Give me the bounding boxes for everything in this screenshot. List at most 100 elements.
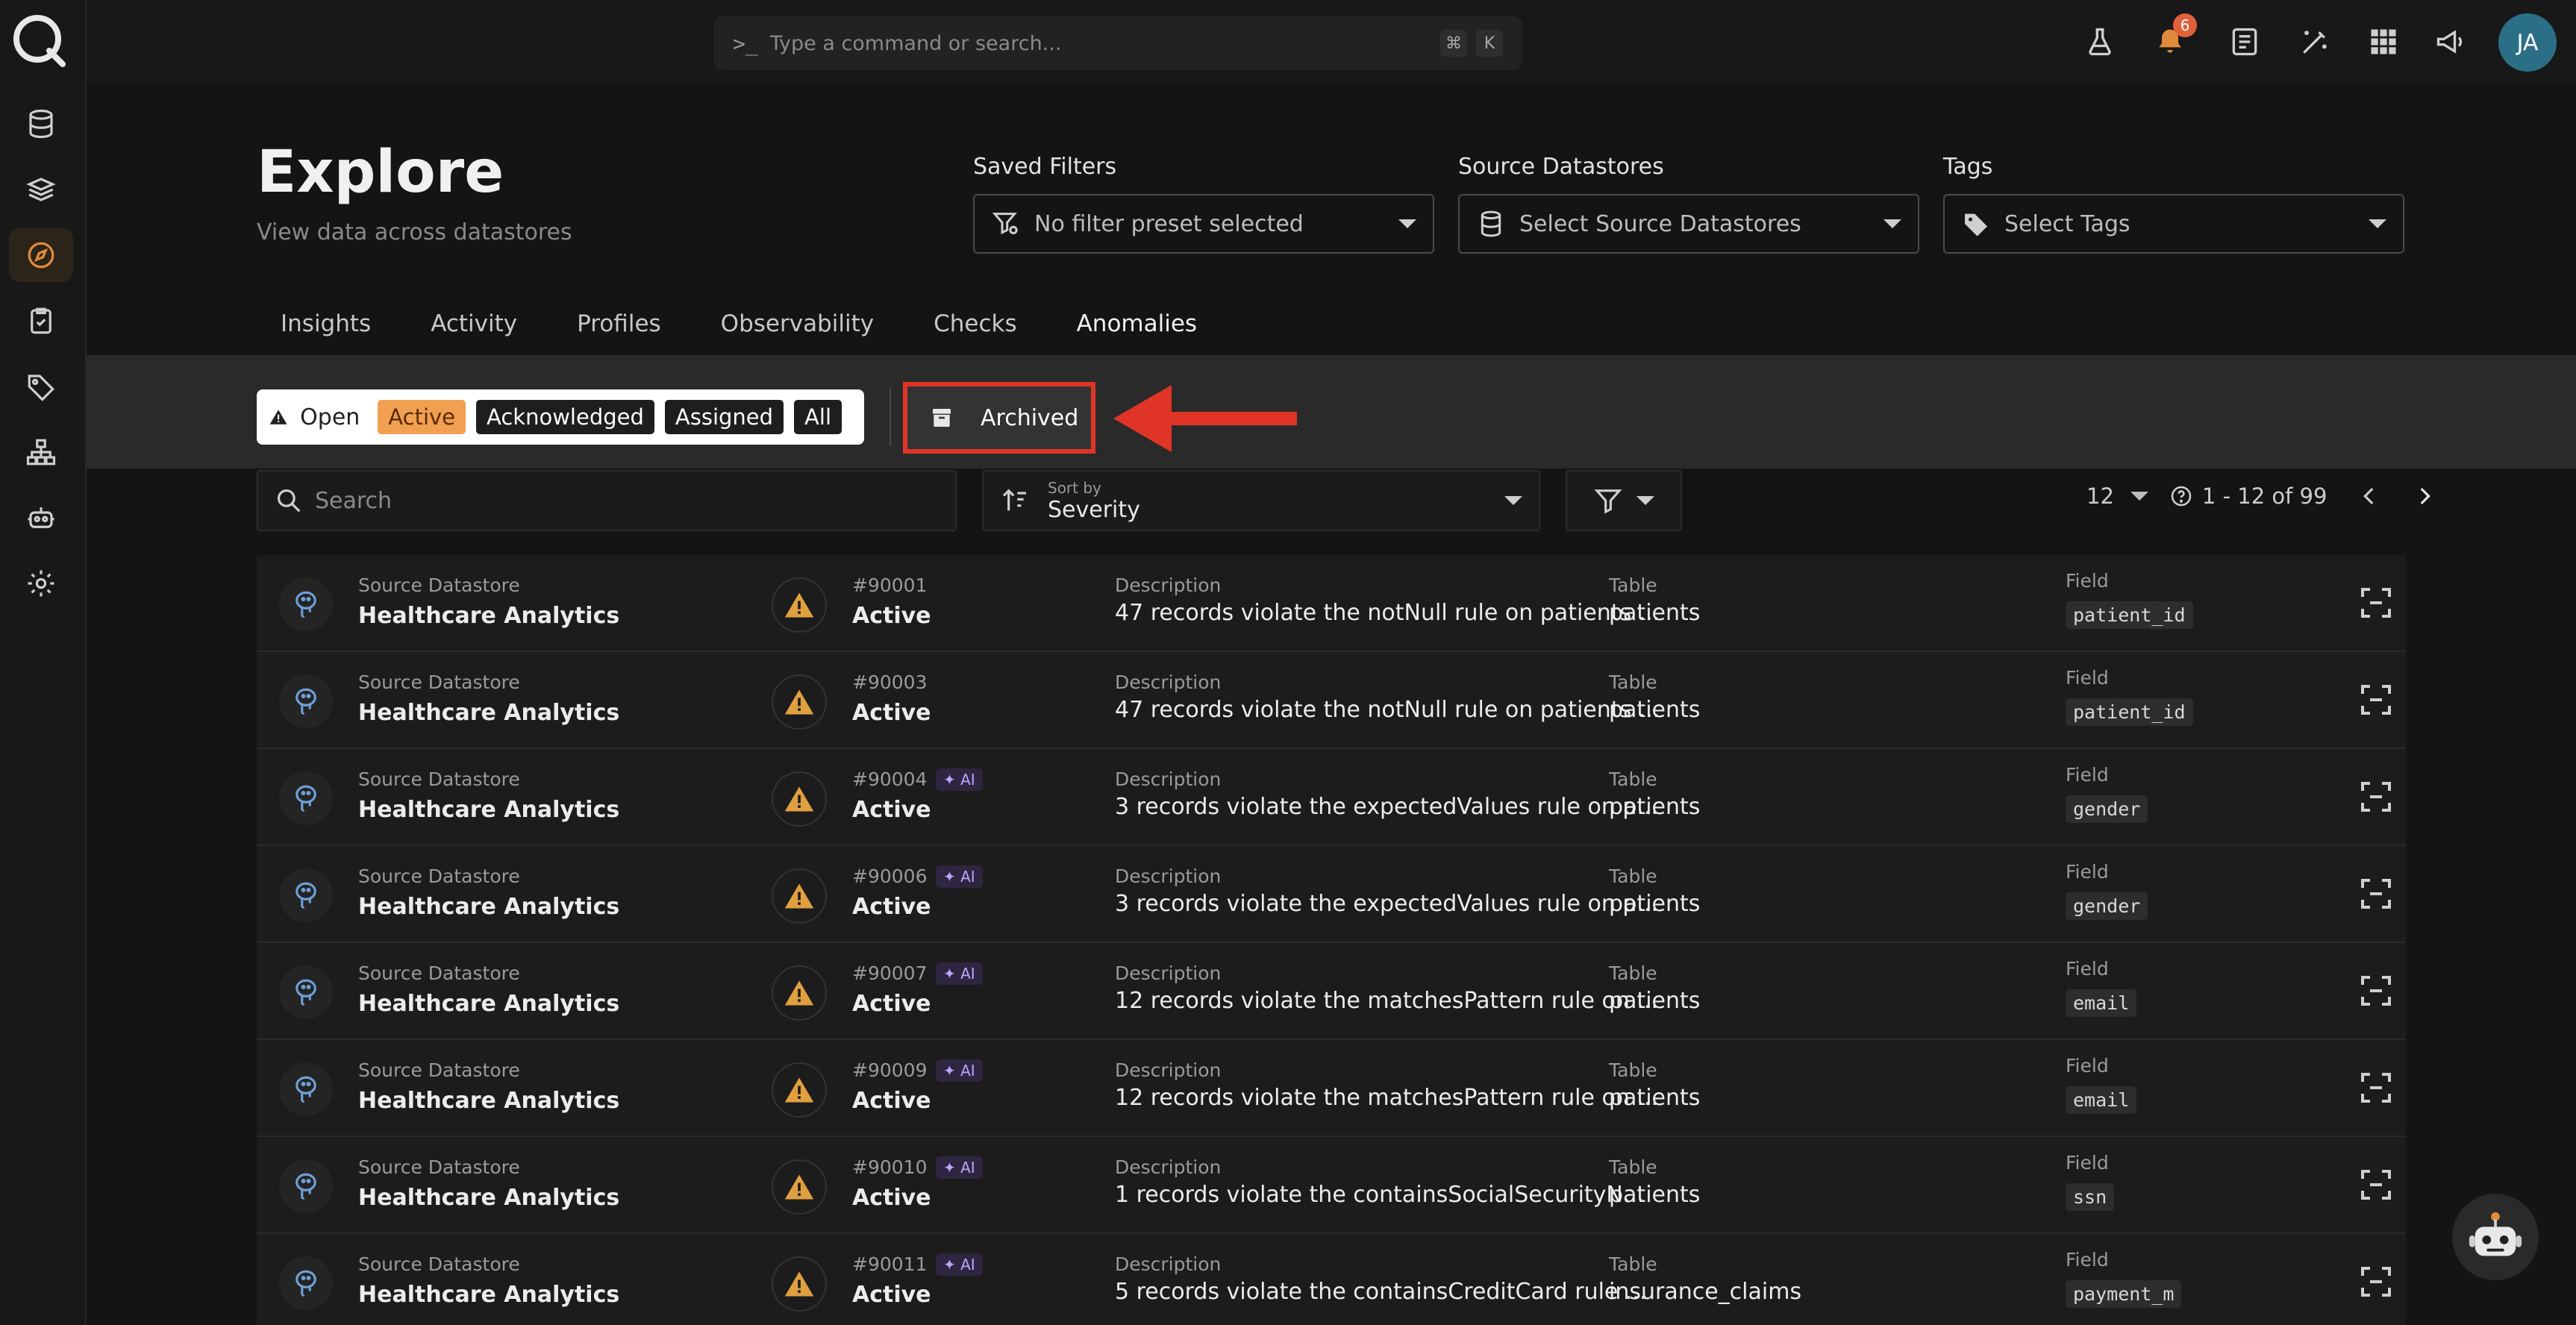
saved-filters-placeholder: No filter preset selected bbox=[1034, 210, 1304, 237]
tags-select[interactable]: Select Tags bbox=[1943, 194, 2404, 254]
tab-activity[interactable]: Activity bbox=[407, 301, 541, 363]
per-page-select[interactable]: 12 bbox=[2086, 483, 2114, 509]
ai-badge: ✦ AI bbox=[936, 768, 983, 791]
table-row[interactable]: Source Datastore Healthcare Analytics #9… bbox=[257, 846, 2406, 943]
layers-icon bbox=[26, 178, 56, 201]
ai-badge: ✦ AI bbox=[936, 962, 983, 985]
source-datastore-name[interactable]: Healthcare Analytics bbox=[358, 894, 619, 920]
database-icon bbox=[1481, 210, 1501, 237]
severity-warning-icon bbox=[772, 868, 827, 924]
table-label: Table bbox=[1609, 1156, 1657, 1178]
description-label: Description bbox=[1115, 1156, 1222, 1178]
tab-insights[interactable]: Insights bbox=[257, 301, 395, 363]
search-field[interactable] bbox=[257, 470, 957, 531]
expand-icon[interactable] bbox=[2358, 973, 2394, 1009]
anomaly-id[interactable]: #90009 bbox=[852, 1059, 927, 1081]
announcements-button[interactable] bbox=[2430, 21, 2472, 63]
source-datastore-name[interactable]: Healthcare Analytics bbox=[358, 797, 619, 823]
anomaly-description: 47 records violate the notNull rule on p… bbox=[1115, 697, 1660, 723]
filter-button[interactable] bbox=[1566, 470, 1682, 531]
source-datastore-name[interactable]: Healthcare Analytics bbox=[358, 991, 619, 1017]
apps-button[interactable] bbox=[2363, 21, 2404, 63]
sidebar-item-agents[interactable] bbox=[9, 491, 73, 545]
status-chip-assigned[interactable]: Assigned bbox=[664, 400, 784, 434]
table-row[interactable]: Source Datastore Healthcare Analytics #9… bbox=[257, 749, 2406, 846]
command-search[interactable]: >_ Type a command or search... ⌘ K bbox=[713, 16, 1522, 70]
archived-button[interactable]: Archived bbox=[903, 382, 1095, 454]
expand-icon[interactable] bbox=[2358, 585, 2394, 621]
table-row[interactable]: Source Datastore Healthcare Analytics #9… bbox=[257, 943, 2406, 1040]
anomaly-id[interactable]: #90011 bbox=[852, 1253, 927, 1275]
docs-button[interactable] bbox=[2224, 21, 2266, 63]
tab-anomalies[interactable]: Anomalies bbox=[1052, 301, 1222, 363]
field-label: Field bbox=[2066, 1249, 2109, 1271]
search-input[interactable] bbox=[315, 487, 939, 514]
status-chip-all[interactable]: All bbox=[794, 400, 842, 434]
sidebar-item-checks[interactable] bbox=[9, 294, 73, 348]
assistant-bot-button[interactable] bbox=[2452, 1194, 2539, 1280]
table-row[interactable]: Source Datastore Healthcare Analytics #9… bbox=[257, 1234, 2406, 1325]
saved-filters-select[interactable]: No filter preset selected bbox=[973, 194, 1434, 254]
source-datastore-name[interactable]: Healthcare Analytics bbox=[358, 1088, 619, 1114]
status-chip-acknowledged[interactable]: Acknowledged bbox=[476, 400, 654, 434]
page-title: Explore bbox=[257, 139, 504, 206]
table-name: patients bbox=[1609, 600, 1701, 626]
source-datastore-name[interactable]: Healthcare Analytics bbox=[358, 700, 619, 726]
sidebar-item-explore[interactable] bbox=[9, 228, 73, 282]
tab-bar: Insights Activity Profiles Observability… bbox=[257, 301, 1233, 363]
expand-icon[interactable] bbox=[2358, 1264, 2394, 1300]
sidebar-item-flows[interactable] bbox=[9, 163, 73, 216]
expand-icon[interactable] bbox=[2358, 1167, 2394, 1203]
description-label: Description bbox=[1115, 671, 1222, 693]
postgres-icon bbox=[279, 577, 333, 631]
tab-checks[interactable]: Checks bbox=[910, 301, 1041, 363]
chevron-right-icon[interactable] bbox=[2412, 483, 2437, 509]
expand-icon[interactable] bbox=[2358, 779, 2394, 815]
archived-label: Archived bbox=[981, 404, 1079, 431]
chevron-down-icon bbox=[1504, 496, 1522, 505]
table-row[interactable]: Source Datastore Healthcare Analytics #9… bbox=[257, 652, 2406, 749]
help-icon[interactable] bbox=[2169, 484, 2193, 508]
ai-badge: ✦ AI bbox=[936, 1253, 983, 1276]
sort-select[interactable]: Sort by Severity bbox=[982, 470, 1540, 531]
source-datastore-name[interactable]: Healthcare Analytics bbox=[358, 1185, 619, 1211]
notifications-button[interactable]: 6 bbox=[2149, 13, 2197, 63]
magic-button[interactable] bbox=[2294, 21, 2336, 63]
chevron-left-icon[interactable] bbox=[2357, 483, 2382, 509]
saved-filters-label: Saved Filters bbox=[973, 154, 1117, 180]
source-datastores-select[interactable]: Select Source Datastores bbox=[1458, 194, 1919, 254]
table-row[interactable]: Source Datastore Healthcare Analytics #9… bbox=[257, 555, 2406, 652]
table-row[interactable]: Source Datastore Healthcare Analytics #9… bbox=[257, 1137, 2406, 1234]
status-chip-active[interactable]: Active bbox=[378, 400, 466, 434]
expand-icon[interactable] bbox=[2358, 876, 2394, 912]
table-label: Table bbox=[1609, 574, 1657, 596]
chevron-down-icon bbox=[1398, 219, 1416, 228]
logo-icon[interactable] bbox=[10, 12, 67, 69]
anomaly-id[interactable]: #90010 bbox=[852, 1156, 927, 1178]
tab-observability[interactable]: Observability bbox=[697, 301, 898, 363]
warning-icon bbox=[269, 410, 287, 425]
source-datastore-name[interactable]: Healthcare Analytics bbox=[358, 603, 619, 629]
avatar[interactable]: JA bbox=[2498, 13, 2557, 72]
sidebar-item-hierarchy[interactable] bbox=[9, 425, 73, 479]
anomaly-id[interactable]: #90004 bbox=[852, 768, 927, 790]
sidebar-item-settings[interactable] bbox=[9, 557, 73, 610]
anomaly-id[interactable]: #90001 bbox=[852, 574, 927, 596]
anomaly-id[interactable]: #90003 bbox=[852, 671, 927, 693]
postgres-icon bbox=[279, 1256, 333, 1310]
sidebar-item-datastores[interactable] bbox=[9, 97, 73, 151]
chevron-down-icon[interactable] bbox=[2130, 492, 2148, 501]
sidebar-item-tags[interactable] bbox=[9, 360, 73, 413]
anomaly-description: 5 records violate the containsCreditCard… bbox=[1115, 1279, 1647, 1305]
lab-button[interactable] bbox=[2079, 21, 2121, 63]
table-name: patients bbox=[1609, 891, 1701, 917]
anomaly-id[interactable]: #90006 bbox=[852, 865, 927, 887]
field-label: Field bbox=[2066, 570, 2109, 592]
expand-icon[interactable] bbox=[2358, 682, 2394, 718]
expand-icon[interactable] bbox=[2358, 1070, 2394, 1106]
tab-profiles[interactable]: Profiles bbox=[553, 301, 685, 363]
anomaly-id[interactable]: #90007 bbox=[852, 962, 927, 984]
source-datastore-name[interactable]: Healthcare Analytics bbox=[358, 1282, 619, 1308]
table-row[interactable]: Source Datastore Healthcare Analytics #9… bbox=[257, 1040, 2406, 1137]
gear-icon bbox=[28, 570, 54, 597]
